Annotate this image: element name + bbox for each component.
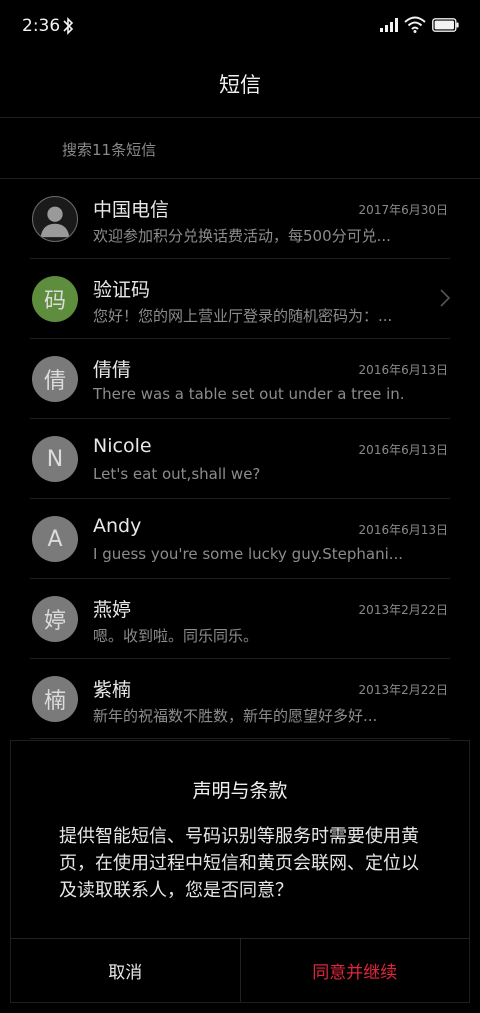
conversation-date: 2016年6月13日 bbox=[358, 523, 448, 537]
contact-avatar bbox=[32, 196, 78, 242]
conversation-item[interactable]: N Nicole 2016年6月13日 Let's eat out,shall … bbox=[0, 419, 480, 499]
contact-avatar: 倩 bbox=[32, 356, 78, 402]
chevron-right-icon bbox=[440, 289, 450, 307]
status-time: 2:36 bbox=[22, 16, 61, 36]
conversation-name: 中国电信 bbox=[93, 199, 170, 221]
conversation-item[interactable]: 码 验证码 您好！您的网上营业厅登录的随机密码为：... bbox=[0, 259, 480, 339]
status-bar: 2:36 bbox=[0, 0, 480, 52]
contact-avatar: N bbox=[32, 436, 78, 482]
conversation-snippet: 您好！您的网上营业厅登录的随机密码为：... bbox=[93, 307, 393, 325]
conversation-item[interactable]: 中国电信 2017年6月30日 欢迎参加积分兑换话费活动，每500分可兑... bbox=[0, 179, 480, 259]
bluetooth-icon bbox=[63, 17, 74, 35]
conversation-date: 2016年6月13日 bbox=[358, 363, 448, 377]
conversation-snippet: 新年的祝福数不胜数，新年的愿望好多好... bbox=[93, 707, 378, 725]
terms-dialog: 声明与条款 提供智能短信、号码识别等服务时需要使用黄页，在使用过程中短信和黄页会… bbox=[10, 740, 470, 1003]
dialog-title: 声明与条款 bbox=[192, 780, 288, 802]
battery-icon bbox=[432, 18, 459, 32]
agree-continue-button[interactable]: 同意并继续 bbox=[241, 939, 470, 1002]
dialog-actions: 取消 同意并继续 bbox=[11, 938, 469, 1002]
conversation-name: Nicole bbox=[93, 435, 152, 457]
conversation-date: 2013年2月22日 bbox=[358, 683, 448, 697]
page-title: 短信 bbox=[219, 73, 261, 97]
search-input[interactable]: 搜索11条短信 bbox=[62, 139, 156, 160]
contact-avatar: 婷 bbox=[32, 596, 78, 642]
contact-avatar: 码 bbox=[32, 276, 78, 322]
conversation-name: 燕婷 bbox=[93, 599, 132, 621]
search-box[interactable]: 搜索11条短信 bbox=[0, 117, 480, 179]
signal-icon bbox=[380, 18, 398, 32]
contact-avatar: 楠 bbox=[32, 676, 78, 722]
conversation-date: 2017年6月30日 bbox=[358, 203, 448, 217]
conversation-name: 紫楠 bbox=[93, 679, 132, 701]
conversation-snippet: There was a table set out under a tree i… bbox=[93, 385, 403, 403]
conversation-name: 倩倩 bbox=[93, 359, 132, 381]
contact-avatar: A bbox=[32, 516, 78, 562]
conversation-date: 2016年6月13日 bbox=[358, 443, 448, 457]
conversation-snippet: Let's eat out,shall we? bbox=[93, 465, 261, 483]
conversation-snippet: 欢迎参加积分兑换话费活动，每500分可兑... bbox=[93, 227, 391, 245]
conversation-snippet: I guess you're some lucky guy.Stephani..… bbox=[93, 545, 403, 563]
conversation-snippet: 嗯。收到啦。同乐同乐。 bbox=[93, 627, 259, 645]
conversation-item[interactable]: 倩 倩倩 2016年6月13日 There was a table set ou… bbox=[0, 339, 480, 419]
dialog-body: 提供智能短信、号码识别等服务时需要使用黄页，在使用过程中短信和黄页会联网、定位以… bbox=[59, 826, 419, 901]
conversation-item[interactable]: 婷 燕婷 2013年2月22日 嗯。收到啦。同乐同乐。 bbox=[0, 579, 480, 659]
conversation-name: 验证码 bbox=[93, 279, 151, 301]
conversation-list: 中国电信 2017年6月30日 欢迎参加积分兑换话费活动，每500分可兑... … bbox=[0, 179, 480, 739]
cancel-button[interactable]: 取消 bbox=[11, 939, 241, 1002]
conversation-item[interactable]: A Andy 2016年6月13日 I guess you're some lu… bbox=[0, 499, 480, 579]
conversation-name: Andy bbox=[93, 515, 142, 537]
conversation-item[interactable]: 楠 紫楠 2013年2月22日 新年的祝福数不胜数，新年的愿望好多好... bbox=[0, 659, 480, 739]
wifi-icon bbox=[404, 16, 426, 33]
title-bar: 短信 bbox=[0, 52, 480, 116]
person-icon bbox=[40, 206, 70, 238]
messages-screen: 2:36 短信 搜索11条短信 中国电信 2017年6月30日 欢迎参加积分兑换… bbox=[0, 0, 480, 1013]
conversation-date: 2013年2月22日 bbox=[358, 603, 448, 617]
